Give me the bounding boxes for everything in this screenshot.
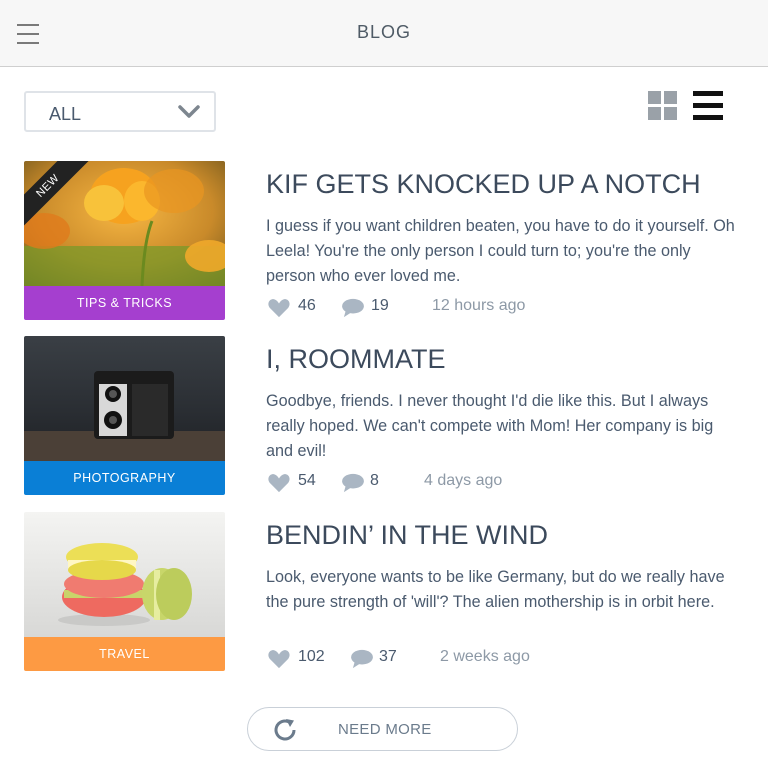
grid-view-icon[interactable] bbox=[648, 91, 678, 121]
need-more-label: NEED MORE bbox=[338, 721, 432, 738]
comments-count: 19 bbox=[371, 297, 389, 314]
post-time: 12 hours ago bbox=[432, 297, 526, 314]
likes-count: 46 bbox=[298, 297, 316, 314]
post-title[interactable]: KIF GETS KNOCKED UP A NOTCH bbox=[266, 169, 701, 200]
comment-icon[interactable] bbox=[340, 298, 366, 318]
post-excerpt: Look, everyone wants to be like Germany,… bbox=[266, 568, 725, 611]
list-view-icon[interactable] bbox=[691, 90, 725, 122]
camera-image bbox=[24, 336, 225, 461]
chevron-down-icon bbox=[178, 105, 200, 118]
post-thumbnail[interactable]: TRAVEL bbox=[24, 512, 225, 671]
post-meta: 46 19 12 hours ago bbox=[266, 295, 746, 319]
category-filter-select[interactable]: ALL bbox=[24, 91, 216, 132]
heart-icon[interactable] bbox=[266, 473, 292, 493]
post-time: 2 weeks ago bbox=[440, 648, 530, 665]
likes-count: 102 bbox=[298, 648, 325, 665]
heart-icon[interactable] bbox=[266, 649, 292, 669]
post-meta: 54 8 4 days ago bbox=[266, 470, 746, 494]
category-label: TIPS & TRICKS bbox=[24, 286, 225, 320]
post-thumbnail[interactable]: PHOTOGRAPHY bbox=[24, 336, 225, 495]
category-label: PHOTOGRAPHY bbox=[24, 461, 225, 495]
comment-icon[interactable] bbox=[349, 649, 375, 669]
post-item: NEW TIPS & TRICKS KIF GETS KNOCKED UP A … bbox=[0, 161, 768, 326]
post-time: 4 days ago bbox=[424, 472, 503, 489]
post-meta: 102 37 2 weeks ago bbox=[266, 646, 746, 670]
comments-count: 8 bbox=[370, 472, 379, 489]
category-label: TRAVEL bbox=[24, 637, 225, 671]
filter-selected-value: ALL bbox=[49, 104, 82, 124]
post-excerpt: Goodbye, friends. I never thought I'd di… bbox=[266, 392, 714, 460]
page-title: BLOG bbox=[356, 22, 412, 42]
comments-count: 37 bbox=[379, 648, 397, 665]
post-item: TRAVEL BENDIN’ IN THE WIND Look, everyon… bbox=[0, 512, 768, 677]
need-more-button[interactable]: NEED MORE bbox=[247, 707, 518, 751]
comment-icon[interactable] bbox=[340, 473, 366, 493]
post-title[interactable]: BENDIN’ IN THE WIND bbox=[266, 520, 548, 551]
macarons-image bbox=[24, 512, 225, 637]
refresh-icon bbox=[274, 719, 296, 741]
header-bar: BLOG bbox=[0, 0, 768, 67]
post-excerpt: I guess if you want children beaten, you… bbox=[266, 217, 735, 285]
post-item: PHOTOGRAPHY I, ROOMMATE Goodbye, friends… bbox=[0, 336, 768, 501]
heart-icon[interactable] bbox=[266, 298, 292, 318]
likes-count: 54 bbox=[298, 472, 316, 489]
post-thumbnail[interactable]: NEW TIPS & TRICKS bbox=[24, 161, 225, 320]
post-title[interactable]: I, ROOMMATE bbox=[266, 344, 446, 375]
